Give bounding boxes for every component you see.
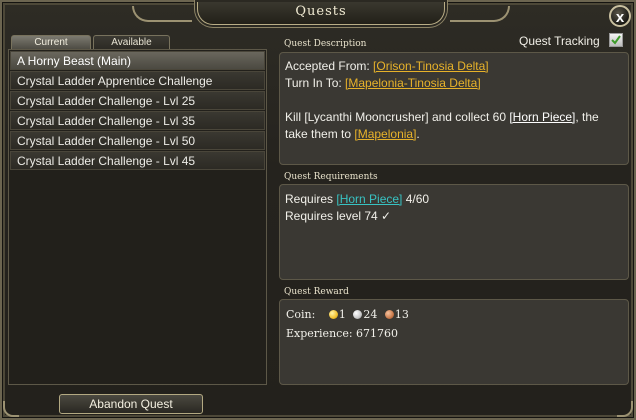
quest-body-text: , the — [575, 110, 599, 124]
turn-in-label: Turn In To: — [285, 76, 346, 90]
checkmark-icon — [611, 35, 621, 45]
quest-body-text: . — [416, 127, 420, 141]
quest-requirements-panel: Requires [Horn Piece] 4/60 Requires leve… — [279, 184, 629, 280]
horn-piece-requirement-link[interactable]: [Horn Piece] — [336, 192, 402, 206]
silver-coin-icon — [353, 310, 363, 319]
requirement-label: Requires — [285, 192, 337, 206]
quest-reward-heading: Quest Reward — [284, 287, 349, 297]
coin-label: Coin: — [286, 308, 316, 321]
quest-body-text: take them to — [285, 127, 355, 141]
turn-in-line: Turn In To: [Mapelonia-Tinosia Delta] — [285, 76, 481, 90]
quest-item-challenge-lvl-35[interactable]: Crystal Ladder Challenge - Lvl 35 — [10, 111, 265, 130]
requirement-item-line: Requires [Horn Piece] 4/60 — [285, 192, 429, 206]
corner-ornament — [617, 401, 633, 417]
corner-ornament — [3, 401, 19, 417]
quest-item-challenge-lvl-50[interactable]: Crystal Ladder Challenge - Lvl 50 — [10, 131, 265, 150]
quest-item-challenge-lvl-25[interactable]: Crystal Ladder Challenge - Lvl 25 — [10, 91, 265, 110]
close-button[interactable]: x — [609, 5, 631, 27]
quest-body-text: Kill [Lycanthi Mooncrusher] and collect … — [285, 110, 510, 124]
coin-reward-line: Coin: 1 24 13 — [286, 308, 409, 321]
turn-in-link[interactable]: [Mapelonia-Tinosia Delta] — [345, 76, 481, 90]
title-ornament-left — [132, 6, 192, 22]
gold-amount: 1 — [338, 308, 346, 321]
copper-amount: 13 — [394, 308, 409, 321]
quest-item-a-horny-beast[interactable]: A Horny Beast (Main) — [10, 51, 265, 70]
quest-requirements-heading: Quest Requirements — [284, 172, 378, 182]
tab-current[interactable]: Current — [11, 35, 91, 50]
quest-item-challenge-lvl-45[interactable]: Crystal Ladder Challenge - Lvl 45 — [10, 151, 265, 170]
abandon-quest-button[interactable]: Abandon Quest — [59, 394, 203, 414]
horn-piece-link[interactable]: [Horn Piece] — [509, 110, 575, 124]
quest-description-panel: Accepted From: [Orison-Tinosia Delta] Tu… — [279, 52, 629, 165]
tab-available[interactable]: Available — [93, 35, 170, 50]
quests-window: Quests x Current Available A Horny Beast… — [0, 0, 636, 420]
accepted-from-line: Accepted From: [Orison-Tinosia Delta] — [285, 59, 489, 73]
gold-coin-icon — [328, 310, 338, 319]
mapelonia-link[interactable]: [Mapelonia] — [354, 127, 416, 141]
silver-amount: 24 — [363, 308, 378, 321]
copper-coin-icon — [384, 310, 394, 319]
title-plate: Quests — [197, 2, 445, 25]
experience-reward: Experience: 671760 — [286, 327, 399, 340]
quest-list: A Horny Beast (Main) Crystal Ladder Appr… — [8, 49, 267, 385]
quest-body-line-1: Kill [Lycanthi Mooncrusher] and collect … — [285, 110, 599, 124]
quest-tracking-label: Quest Tracking — [519, 34, 600, 48]
quest-description-heading: Quest Description — [284, 39, 367, 49]
title-ornament-right — [450, 6, 510, 22]
quest-body-line-2: take them to [Mapelonia]. — [285, 127, 420, 141]
accepted-from-label: Accepted From: — [285, 59, 374, 73]
quest-reward-panel: Coin: 1 24 13 Experience: 671760 — [279, 299, 629, 385]
requirement-level-line: Requires level 74 ✓ — [285, 209, 392, 223]
window-title: Quests — [295, 4, 347, 19]
quest-item-apprentice-challenge[interactable]: Crystal Ladder Apprentice Challenge — [10, 71, 265, 90]
requirement-progress: 4/60 — [402, 192, 430, 206]
quest-tracking-checkbox[interactable] — [609, 33, 623, 47]
accepted-from-link[interactable]: [Orison-Tinosia Delta] — [373, 59, 489, 73]
